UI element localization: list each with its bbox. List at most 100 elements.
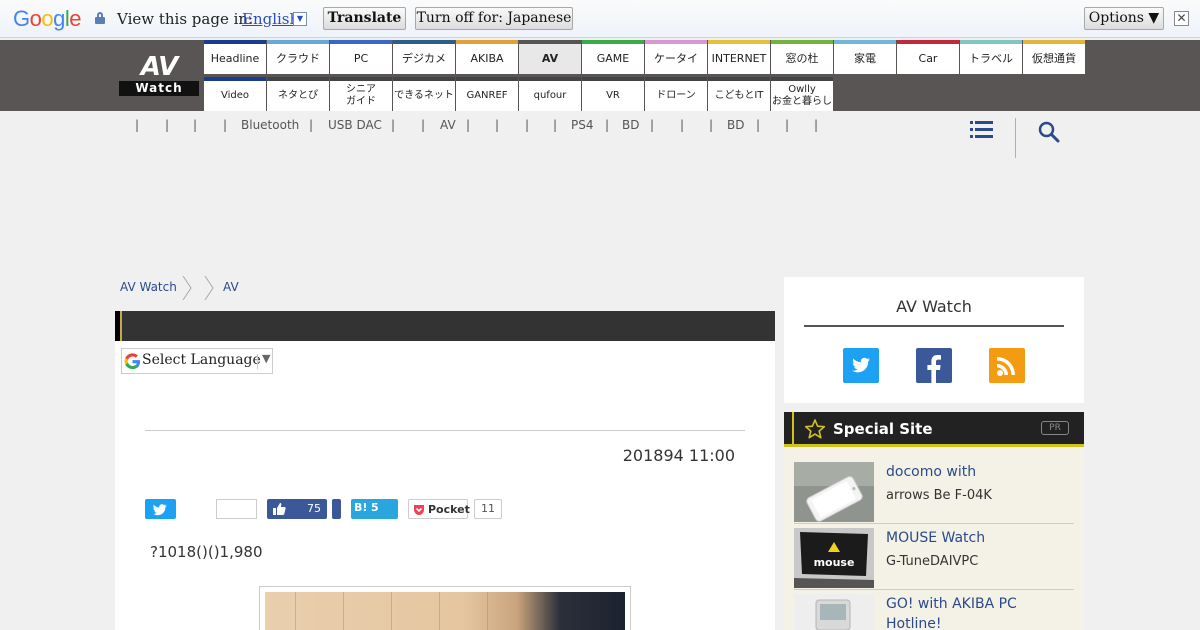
- breadcrumb-category[interactable]: AV: [223, 280, 239, 294]
- sidebar-follow: AV Watch: [784, 277, 1084, 403]
- tag-link[interactable]: BD: [727, 118, 744, 132]
- google-g-icon: [124, 353, 141, 370]
- nav-item[interactable]: ネタとぴ: [267, 77, 329, 111]
- special-site-header: Special Site PR: [784, 412, 1084, 447]
- article-photo[interactable]: [259, 586, 631, 630]
- pr-badge: PR: [1041, 421, 1069, 435]
- nav-item[interactable]: シニア ガイド: [330, 77, 392, 111]
- nav-item[interactable]: クラウド: [267, 40, 329, 74]
- tag-separator: |: [495, 118, 500, 132]
- lock-icon: [95, 12, 105, 24]
- tag-separator: |: [223, 118, 228, 132]
- nav-item[interactable]: できるネット: [393, 77, 455, 111]
- nav-item[interactable]: 家電: [834, 40, 896, 74]
- tag-separator: |: [525, 118, 530, 132]
- facebook-share-button[interactable]: [332, 499, 341, 519]
- nav-item[interactable]: デジカメ: [393, 40, 455, 74]
- select-language[interactable]: Select Language ▼: [121, 348, 273, 374]
- select-language-label: Select Language: [142, 352, 261, 368]
- tag-link[interactable]: BD: [622, 118, 639, 132]
- google-logo-letter: G: [13, 6, 30, 31]
- hatena-bookmark-button[interactable]: B! 5: [351, 499, 398, 519]
- svg-text:mouse: mouse: [814, 556, 855, 569]
- google-logo-letter: g: [53, 6, 65, 31]
- nav-item[interactable]: AV: [519, 40, 581, 74]
- tag-separator: |: [756, 118, 761, 132]
- breadcrumb-av[interactable]: AV: [223, 280, 239, 294]
- breadcrumb: AV Watch: [120, 280, 177, 294]
- nav-item[interactable]: 仮想通貨: [1023, 40, 1085, 74]
- twitter-share-button[interactable]: [145, 499, 176, 519]
- language-dropdown-icon[interactable]: ▼: [293, 12, 307, 26]
- nav-item[interactable]: Video: [204, 77, 266, 111]
- tweet-count: [216, 499, 257, 519]
- sidebar-title-underline: [804, 325, 1064, 327]
- nav-item[interactable]: Owlly お金と暮らし: [771, 77, 833, 111]
- nav-item[interactable]: ケータイ: [645, 40, 707, 74]
- nav-item[interactable]: GAME: [582, 40, 644, 74]
- tag-separator: |: [165, 118, 170, 132]
- nav-item[interactable]: トラベル: [960, 40, 1022, 74]
- tag-separator: |: [650, 118, 655, 132]
- special-item-link[interactable]: MOUSE Watch: [886, 528, 1076, 548]
- tag-link[interactable]: AV: [440, 118, 456, 132]
- nav-item[interactable]: 窓の杜: [771, 40, 833, 74]
- nav-item[interactable]: VR: [582, 77, 644, 111]
- mouse-laptop-thumbnail: mouse: [794, 528, 874, 588]
- tag-link[interactable]: PS4: [571, 118, 594, 132]
- breadcrumb-home[interactable]: AV Watch: [120, 280, 177, 294]
- site-logo[interactable]: AV Watch: [119, 54, 199, 96]
- facebook-follow-icon[interactable]: [916, 348, 952, 383]
- rss-icon[interactable]: [989, 348, 1025, 383]
- nav-item[interactable]: PC: [330, 40, 392, 74]
- tag-link[interactable]: Bluetooth: [241, 118, 299, 132]
- translate-button[interactable]: Translate: [323, 7, 406, 30]
- special-item-link[interactable]: docomo with: [886, 462, 1076, 482]
- special-item[interactable]: docomo with arrows Be F-04K: [794, 462, 1074, 524]
- pocket-button[interactable]: Pocket: [408, 499, 470, 519]
- nav-item[interactable]: AKIBA: [456, 40, 518, 74]
- options-button[interactable]: Options ▼: [1084, 7, 1164, 30]
- smartphone-thumbnail: [794, 462, 874, 522]
- special-item-link[interactable]: GO! with AKIBA PC Hotline!: [886, 594, 1076, 630]
- article-title-bar: [115, 311, 775, 341]
- nav-item[interactable]: Headline: [204, 40, 266, 74]
- twitter-follow-icon[interactable]: [843, 348, 879, 383]
- like-count: 75: [307, 502, 321, 515]
- tag-separator: |: [680, 118, 685, 132]
- article-lead: ?1018()()1,980: [150, 543, 263, 561]
- google-logo-letter: e: [69, 6, 82, 31]
- nav-item[interactable]: GANREF: [456, 77, 518, 111]
- tag-separator: |: [814, 118, 819, 132]
- nav-item[interactable]: INTERNET: [708, 40, 770, 74]
- google-logo-letter: o: [29, 6, 42, 31]
- nav-item[interactable]: ドローン: [645, 77, 707, 111]
- special-item[interactable]: GO! with AKIBA PC Hotline!: [794, 594, 1074, 630]
- logo-av: AV: [140, 52, 178, 82]
- nav-item[interactable]: こどもとIT: [708, 77, 770, 111]
- header-divider: [1015, 118, 1016, 158]
- nav-item[interactable]: qufour: [519, 77, 581, 111]
- pocket-count: 11: [474, 499, 502, 519]
- menu-icon[interactable]: [970, 121, 993, 139]
- thumbs-up-icon: [273, 503, 286, 515]
- article-divider: [145, 430, 745, 431]
- article-main: Select Language ▼ 201894 11:00 75 B! 5 P…: [115, 311, 775, 630]
- star-icon: [804, 419, 826, 439]
- close-icon[interactable]: ✕: [1174, 11, 1189, 26]
- special-item[interactable]: mouse MOUSE Watch G-TuneDAIVPC: [794, 528, 1074, 590]
- tag-separator: |: [553, 118, 558, 132]
- tag-separator: |: [391, 118, 396, 132]
- nav-item[interactable]: Car: [897, 40, 959, 74]
- facebook-like-button[interactable]: 75: [267, 499, 327, 519]
- article-date: 201894 11:00: [622, 446, 735, 465]
- breadcrumb-separator-icon: [204, 276, 214, 300]
- turn-off-button[interactable]: Turn off for: Japanese: [415, 7, 573, 30]
- language-link[interactable]: English: [242, 10, 299, 28]
- special-site-title: Special Site: [833, 420, 933, 438]
- select-divider: [257, 354, 258, 369]
- tag-link[interactable]: USB DAC: [328, 118, 382, 132]
- logo-watch: Watch: [119, 81, 199, 96]
- pocket-label: Pocket: [428, 503, 470, 516]
- search-icon[interactable]: [1038, 121, 1060, 143]
